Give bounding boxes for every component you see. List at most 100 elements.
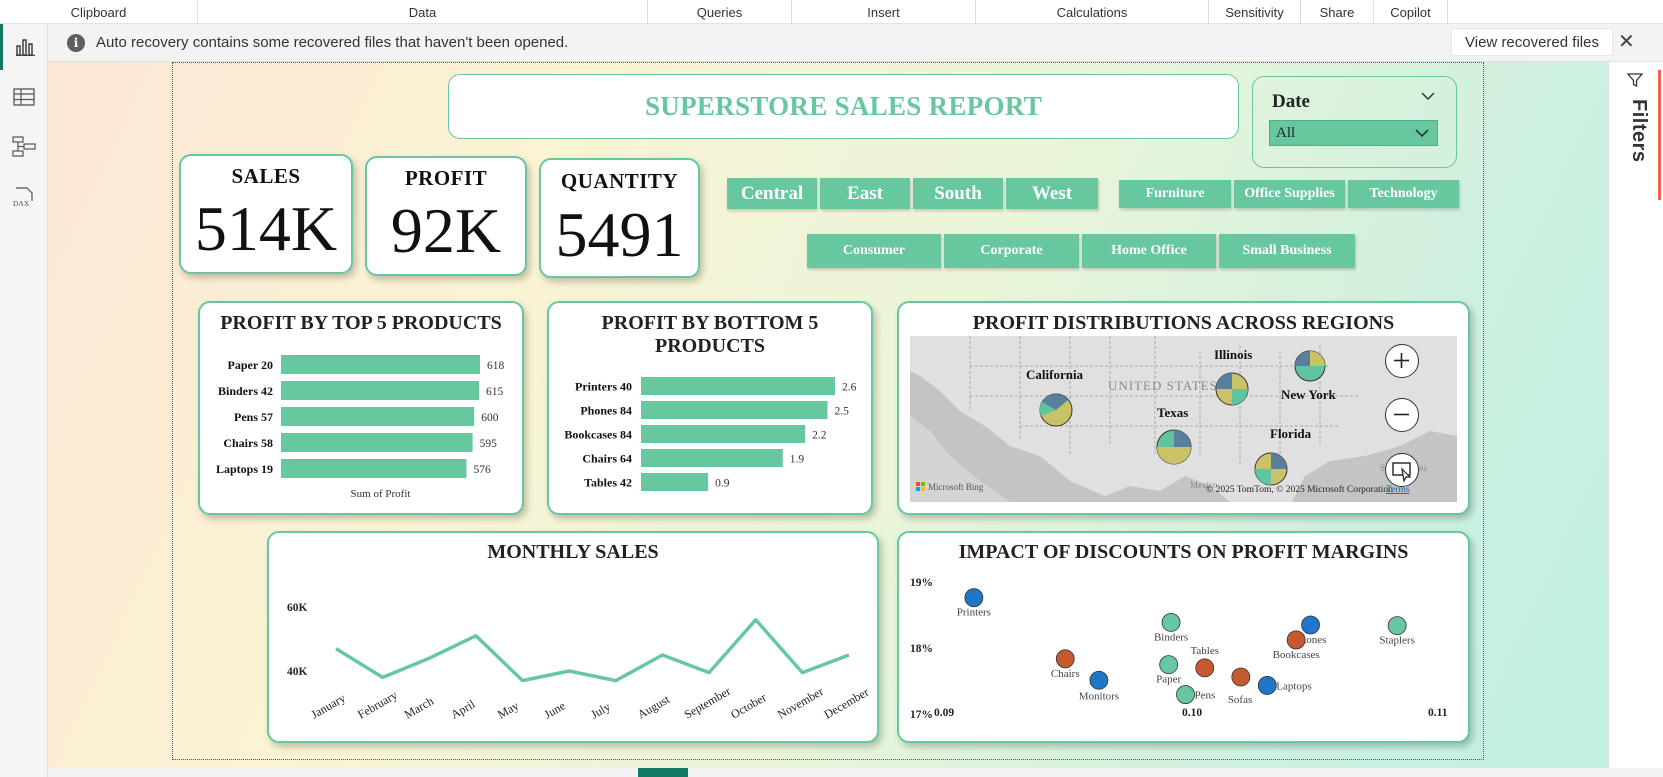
zoom-in-button[interactable] [1385,344,1419,378]
pie-illinois[interactable] [1215,372,1249,406]
region-button-west[interactable]: West [1006,178,1098,209]
ribbon-group-clipboard[interactable]: Clipboard [0,0,198,24]
top5-products-chart[interactable]: PROFIT BY TOP 5 PRODUCTS Paper 20 618 Bind… [198,301,524,515]
map-city-label: New York [1281,387,1337,402]
kpi-label: SALES [231,164,301,188]
date-dropdown-value: All [1276,124,1296,141]
bar [641,377,835,395]
kpi-label: QUANTITY [560,169,679,193]
model-view-button[interactable] [0,124,48,170]
bar-value-label: 618 [487,360,505,372]
bar [281,381,480,400]
zoom-out-button[interactable] [1385,398,1419,432]
bar-value-label: 2.2 [812,430,827,442]
view-recovered-files-button[interactable]: View recovered files [1451,28,1613,56]
bar-category-label: Laptops 19 [216,462,273,476]
bar-value-label: 0.9 [715,478,730,490]
bar [281,355,480,374]
monthly-sales-chart[interactable]: MONTHLY SALES 60K 40K January February March… [267,531,879,743]
ribbon-group-insert[interactable]: Insert [792,0,976,24]
dax-query-view-button[interactable]: DAX [0,174,48,220]
bar-value-label: 600 [481,412,499,424]
profit-map-visual[interactable]: PROFIT DISTRIBUTIONS ACROSS REGIONS UNIT… [897,301,1470,515]
filters-edge-accent [1658,70,1661,200]
bar-category-label: Phones 84 [580,404,632,418]
chart-title: IMPACT OF DISCOUNTS ON PROFIT MARGINS [958,541,1409,563]
ribbon-group-share[interactable]: Share [1301,0,1374,24]
sales-line [335,618,850,683]
x-tick-label: 0.11 [1428,707,1448,719]
chevron-down-icon[interactable] [1420,91,1436,101]
chart-title: PROFIT BY TOP 5 PRODUCTS [220,312,502,334]
table-icon [13,88,35,106]
bottom5-products-chart[interactable]: PROFIT BY BOTTOM 5 PRODUCTS Printers 40 2… [547,301,873,515]
scatter-point [1387,616,1407,636]
segment-button-small-business[interactable]: Small Business [1219,234,1355,268]
bar-category-label: Bookcases 84 [564,428,632,442]
scatter-point-label: Tables [1190,645,1219,657]
ribbon-group-queries[interactable]: Queries [648,0,792,24]
date-dropdown[interactable]: All [1269,120,1438,146]
chart-title: MONTHLY SALES [487,541,659,563]
category-button-furniture[interactable]: Furniture [1119,180,1231,208]
x-tick-label: November [775,684,826,721]
segment-button-home-office[interactable]: Home Office [1082,234,1216,268]
ribbon-group-sensitivity[interactable]: Sensitivity [1209,0,1301,24]
select-area-button[interactable] [1385,453,1419,487]
bar [281,433,473,452]
dax-icon: DAX [13,187,33,208]
kpi-label: PROFIT [404,166,488,190]
pie-california[interactable] [1039,393,1073,427]
kpi-card-sales[interactable]: SALES 514K [179,154,353,274]
region-button-south[interactable]: South [913,178,1003,209]
close-icon[interactable]: ✕ [1618,32,1635,52]
bar-value-label: 2.5 [835,406,850,418]
region-button-east[interactable]: East [820,178,910,209]
x-tick-label: March [402,694,436,722]
scatter-point [1176,685,1195,704]
report-title-box: SUPERSTORE SALES REPORT [448,74,1239,139]
map-svg: UNITED STATES Mexico Sargasso Sea [910,336,1457,502]
segment-button-consumer[interactable]: Consumer [807,234,941,268]
kpi-card-quantity[interactable]: QUANTITY 5491 [539,158,700,278]
ribbon-group-copilot[interactable]: Copilot [1374,0,1448,24]
discount-scatter-chart: 19%18%17% 0.09 0.10 0.11PrintersBinders Phon… [910,577,1448,721]
bar-value-label: 576 [473,464,491,476]
ribbon-group-calculations[interactable]: Calculations [976,0,1209,24]
select-area-icon [1392,462,1412,483]
category-button-technology[interactable]: Technology [1348,180,1459,208]
pie-florida[interactable] [1254,452,1288,486]
x-tick-label: 0.10 [1182,707,1202,719]
segment-button-corporate[interactable]: Corporate [944,234,1079,268]
bar-category-label: Chairs 64 [582,452,632,466]
x-tick-label: October [728,690,768,721]
pie-texas[interactable] [1156,429,1192,465]
bar-category-label: Chairs 58 [223,436,273,450]
x-axis-label: Sum of Profit [351,488,411,500]
scatter-point [1159,655,1179,675]
report-title: SUPERSTORE SALES REPORT [644,91,1043,121]
bar [281,407,475,426]
scatter-point [1161,613,1181,632]
kpi-card-profit[interactable]: PROFIT 92K [365,156,527,276]
svg-text:DAX: DAX [13,199,30,208]
map-city-label: Florida [1270,426,1312,441]
map-area[interactable]: UNITED STATES Mexico Sargasso Sea [910,336,1457,502]
map-country-label: UNITED STATES [1108,378,1218,393]
y-tick-label: 18% [910,643,933,655]
x-tick-label: December [822,685,872,722]
pie-new-york[interactable] [1294,350,1326,382]
x-tick-label: 0.09 [934,707,954,719]
active-page-tab[interactable] [638,768,688,777]
table-view-button[interactable] [0,74,48,120]
region-button-central[interactable]: Central [727,178,817,209]
filters-pane[interactable]: Filters [1608,62,1663,768]
bar-category-label: Printers 40 [575,380,632,394]
bar-category-label: Binders 42 [218,384,273,398]
bar-chart-icon [15,39,35,56]
discount-impact-chart[interactable]: IMPACT OF DISCOUNTS ON PROFIT MARGINS 19… [897,531,1470,743]
ribbon-group-data[interactable]: Data [198,0,648,24]
category-button-office-supplies[interactable]: Office Supplies [1234,180,1345,208]
report-view-button[interactable] [0,24,48,70]
scatter-point-label: Pens [1195,690,1216,702]
